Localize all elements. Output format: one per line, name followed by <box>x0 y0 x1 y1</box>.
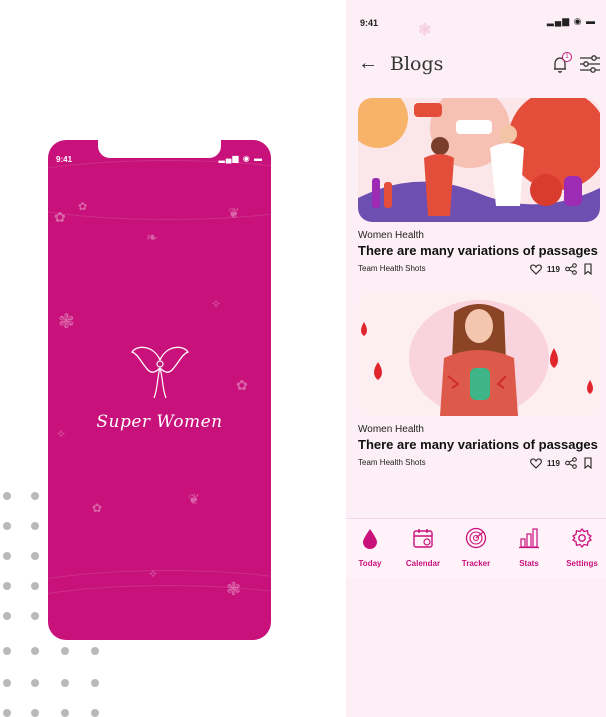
post-actions: 119 <box>530 456 602 470</box>
post-title[interactable]: There are many variations of passages <box>358 437 604 452</box>
post-category: Women Health <box>358 424 424 435</box>
nav-label: Settings <box>566 559 598 568</box>
sparkle-icon: ✧ <box>148 567 159 581</box>
angel-logo-icon <box>130 346 190 399</box>
flower-icon: ✿ <box>54 209 66 225</box>
bottom-nav: Today Calendar Tracker Stats Settings <box>346 518 606 578</box>
butterfly-icon: ❃ <box>226 579 242 599</box>
notification-badge: 1 <box>562 52 572 62</box>
sparkle-icon: ✧ <box>211 297 222 311</box>
heart-icon[interactable] <box>530 263 542 275</box>
bookmark-icon[interactable] <box>582 457 594 469</box>
post-image-period-cramps[interactable] <box>358 292 600 416</box>
flower-icon: ✿ <box>92 501 103 515</box>
nav-label: Calendar <box>405 559 441 568</box>
share-icon[interactable] <box>565 457 577 469</box>
brand-name: Super Women <box>96 412 223 432</box>
post-title[interactable]: There are many variations of passages <box>358 243 604 258</box>
like-count: 119 <box>547 458 560 468</box>
butterfly-icon: ❃ <box>418 22 432 39</box>
heart-icon[interactable] <box>530 457 542 469</box>
butterfly-icon: ❃ <box>58 311 75 333</box>
nav-label: Stats <box>519 559 539 568</box>
leaf-icon: ❧ <box>146 229 158 245</box>
nav-item-calendar[interactable]: Calendar <box>399 527 447 571</box>
like-count: 119 <box>547 264 560 274</box>
flower-icon: ✿ <box>78 201 88 213</box>
blogs-screen: 9:41 ▂▄▆ ◉ ▬ ❃ ← Blogs 1 Women Health Th… <box>346 0 606 717</box>
drop-icon <box>363 529 377 549</box>
post-category: Women Health <box>358 230 424 241</box>
status-time: 9:41 <box>360 18 379 28</box>
post-author: Team Health Shots <box>358 458 426 467</box>
nav-item-stats[interactable]: Stats <box>505 527 553 571</box>
radar-icon <box>465 527 487 549</box>
flower-icon: ✿ <box>236 377 248 393</box>
nav-label: Today <box>358 559 382 568</box>
nav-item-tracker[interactable]: Tracker <box>452 527 500 571</box>
bookmark-icon[interactable] <box>582 263 594 275</box>
nav-label: Tracker <box>461 559 491 568</box>
status-time: 9:41 <box>56 155 73 164</box>
phone-notch <box>98 140 221 158</box>
post-image-doctor-consultation[interactable] <box>358 98 600 222</box>
sliders-icon[interactable] <box>579 55 601 73</box>
share-icon[interactable] <box>565 263 577 275</box>
header: ← Blogs 1 <box>358 52 602 78</box>
leaf-icon: ❦ <box>188 491 200 507</box>
arrow-left-icon[interactable]: ← <box>358 52 378 75</box>
post-author: Team Health Shots <box>358 264 426 273</box>
status-icons: ▂▄▆ ◉ ▬ <box>546 16 596 26</box>
calendar-icon <box>413 529 433 548</box>
leaf-icon: ❦ <box>228 205 240 221</box>
nav-item-settings[interactable]: Settings <box>558 527 606 571</box>
nav-item-today[interactable]: Today <box>346 527 394 571</box>
bar-chart-icon <box>519 528 539 549</box>
splash-screen: 9:41 ▂▄▆ ◉ ▬ ✿ ✿ ❦ ❧ ❃ ✧ ✿ ✧ ❦ ✿ ✧ ❃ Sup… <box>48 140 271 640</box>
post-actions: 119 <box>530 262 602 276</box>
page-title: Blogs <box>390 53 444 75</box>
gear-icon <box>571 527 593 549</box>
